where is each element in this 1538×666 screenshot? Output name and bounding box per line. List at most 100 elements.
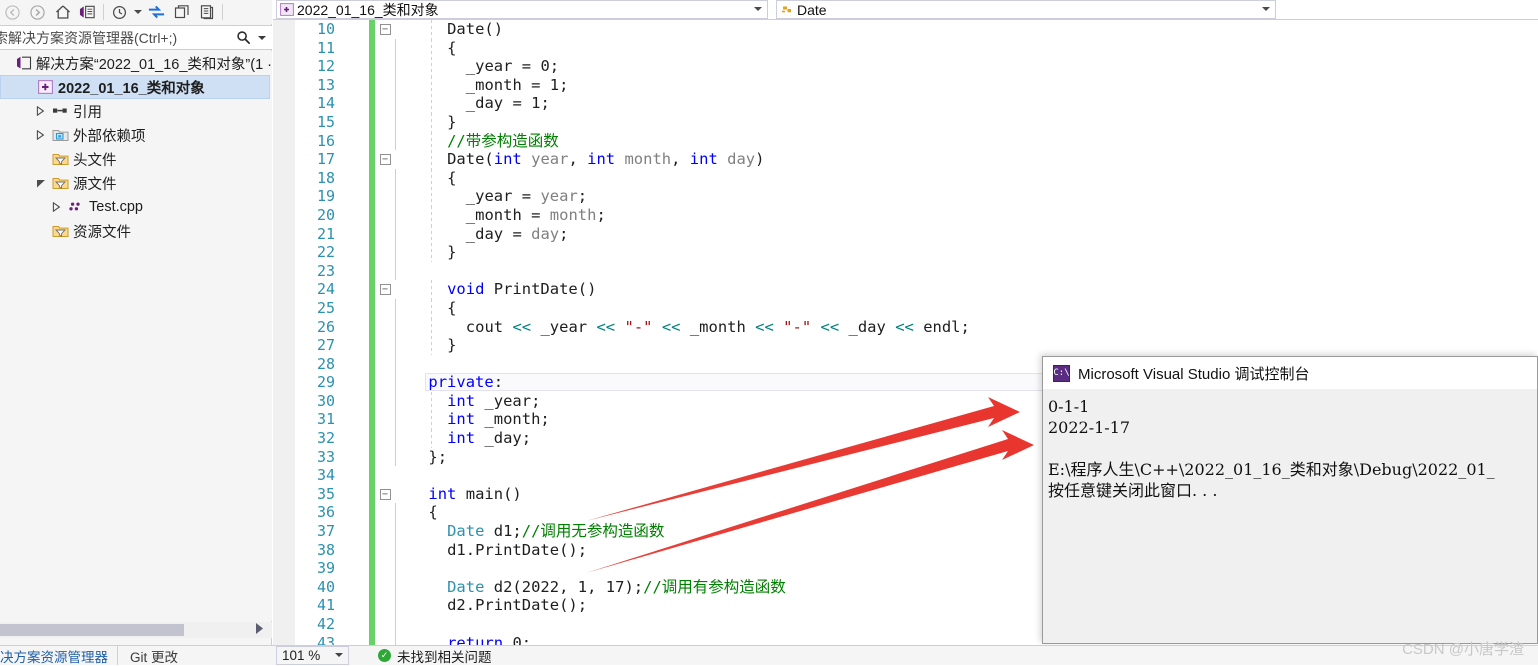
line-number: 12	[316, 57, 335, 76]
code-line-17[interactable]: 17 − Date(int year, int month, int day)	[273, 150, 1538, 169]
twisty-collapsed-icon[interactable]	[48, 202, 65, 212]
line-number: 39	[316, 559, 335, 578]
zoom-level-value: 101 %	[282, 648, 321, 663]
code-line-15[interactable]: 15}	[273, 112, 1538, 132]
indent-guide	[431, 429, 432, 448]
indent-guide	[431, 168, 432, 188]
tree-item-3[interactable]: 外部依赖项	[0, 123, 272, 147]
tree-item-2[interactable]: 引用	[0, 99, 272, 123]
outlining-guide	[395, 243, 396, 262]
hscrollbar-thumb[interactable]	[0, 624, 184, 636]
outlining-guide	[395, 522, 396, 541]
visual-studio-window: 解决方案“2022_01_16_类和对象”(1 · 2022_01_16_类和对象…	[0, 0, 1538, 665]
line-number: 19	[316, 187, 335, 206]
tree-item-4[interactable]: 头文件	[0, 147, 272, 171]
search-icon[interactable]	[230, 30, 256, 45]
line-number: 21	[316, 224, 335, 243]
code-line-25[interactable]: 25 {	[273, 298, 1538, 318]
code-text: _year = 0;	[465, 57, 560, 76]
sync-refresh-icon[interactable]	[144, 1, 169, 23]
tree-item-6[interactable]: Test.cpp	[0, 195, 272, 219]
change-tracking-bar	[369, 75, 375, 95]
code-line-18[interactable]: 18 {	[273, 168, 1538, 188]
line-number: 34	[316, 466, 335, 485]
search-options-caret-icon[interactable]	[256, 35, 268, 41]
zoom-level-control[interactable]: 101 %	[276, 646, 349, 665]
code-line-10[interactable]: 10 − Date()	[273, 20, 1538, 39]
change-tracking-bar	[369, 261, 375, 281]
code-line-27[interactable]: 27}	[273, 336, 1538, 355]
line-number: 11	[316, 38, 335, 57]
outlining-guide	[395, 94, 396, 113]
hscroll-right-arrow-icon[interactable]	[255, 623, 264, 637]
code-line-13[interactable]: 13 _month = 1;	[273, 75, 1538, 95]
tree-item-5[interactable]: 源文件	[0, 171, 272, 195]
code-text: private:	[428, 373, 504, 392]
home-icon[interactable]	[50, 1, 75, 23]
tree-item-1[interactable]: 2022_01_16_类和对象	[0, 75, 270, 99]
line-number: 18	[316, 168, 335, 187]
collapse-all-icon[interactable]	[169, 1, 194, 23]
debug-console-window[interactable]: C:\ Microsoft Visual Studio 调试控制台 0-1-1 …	[1042, 356, 1538, 644]
outlining-guide	[395, 57, 396, 76]
status-tab-solution-explorer[interactable]: 决方案资源管理器	[0, 646, 118, 665]
code-text: _month = month;	[465, 205, 606, 224]
zoom-caret-icon[interactable]	[335, 651, 343, 660]
forward-arrow-icon[interactable]	[25, 1, 50, 23]
code-line-14[interactable]: 14 _day = 1;	[273, 94, 1538, 113]
code-line-26[interactable]: 26 cout << _year << "-" << _month << "-" …	[273, 317, 1538, 337]
code-text: int _day;	[447, 429, 532, 448]
outlining-collapse-icon[interactable]: −	[376, 280, 394, 299]
problems-status[interactable]: ✓ 未找到相关问题	[378, 646, 492, 665]
solution-explorer-search-row[interactable]	[0, 25, 272, 50]
code-text: int main()	[428, 484, 522, 503]
outlining-collapse-icon[interactable]: −	[376, 20, 394, 39]
change-tracking-bar	[369, 150, 375, 169]
code-line-19[interactable]: 19 _year = year;	[273, 187, 1538, 206]
code-text: {	[447, 298, 457, 317]
change-tracking-bar	[369, 243, 375, 262]
line-number: 13	[316, 75, 335, 94]
pending-changes-icon[interactable]	[107, 1, 132, 23]
line-number: 23	[316, 261, 335, 280]
code-line-20[interactable]: 20 _month = month;	[273, 205, 1538, 225]
outlining-collapse-icon[interactable]: −	[376, 150, 394, 169]
line-number: 43	[316, 633, 335, 645]
vs-solution-icon[interactable]	[75, 1, 100, 23]
code-line-21[interactable]: 21 _day = day;	[273, 224, 1538, 244]
chevron-down-icon-2[interactable]	[1262, 5, 1270, 14]
solution-icon	[15, 56, 34, 71]
solution-tree[interactable]: 解决方案“2022_01_16_类和对象”(1 · 2022_01_16_类和对象…	[0, 51, 272, 621]
solution-explorer-hscrollbar[interactable]	[0, 622, 272, 638]
tree-item-0[interactable]: 解决方案“2022_01_16_类和对象”(1 ·	[0, 51, 272, 75]
twisty-collapsed-icon[interactable]	[32, 106, 49, 116]
status-tab-git-changes[interactable]: Git 更改	[118, 646, 190, 665]
code-line-23[interactable]: 23	[273, 261, 1538, 281]
console-output: 0-1-1 2022-1-17 E:\程序人生\C++\2022_01_16_类…	[1044, 390, 1536, 642]
search-input[interactable]	[0, 29, 230, 46]
code-line-24[interactable]: 24 − void PrintDate()	[273, 280, 1538, 299]
tree-item-7[interactable]: 资源文件	[0, 219, 272, 243]
code-line-16[interactable]: 16 //带参构造函数	[273, 131, 1538, 151]
outlining-guide	[395, 131, 396, 151]
indent-guide	[431, 336, 432, 355]
outlining-collapse-icon[interactable]: −	[376, 485, 394, 504]
code-line-12[interactable]: 12 _year = 0;	[273, 57, 1538, 76]
outlining-guide	[395, 503, 396, 523]
code-text: d1.PrintDate();	[447, 540, 588, 559]
twisty-expanded-icon[interactable]	[32, 178, 49, 188]
type-scope-dropdown[interactable]: Date	[776, 0, 1276, 19]
code-line-22[interactable]: 22}	[273, 243, 1538, 262]
twisty-collapsed-icon[interactable]	[32, 130, 49, 140]
outlining-guide	[395, 168, 396, 188]
outlining-guide	[395, 633, 396, 645]
properties-icon[interactable]	[194, 1, 219, 23]
code-text: Date(int year, int month, int day)	[447, 150, 765, 169]
back-arrow-icon[interactable]	[0, 1, 25, 23]
code-line-11[interactable]: 11 {	[273, 38, 1538, 58]
change-tracking-bar	[369, 503, 375, 523]
chevron-down-icon[interactable]	[754, 5, 762, 14]
pending-changes-caret-icon[interactable]	[132, 1, 144, 23]
line-number: 30	[316, 391, 335, 410]
project-scope-dropdown[interactable]: 2022_01_16_类和对象	[276, 0, 768, 19]
